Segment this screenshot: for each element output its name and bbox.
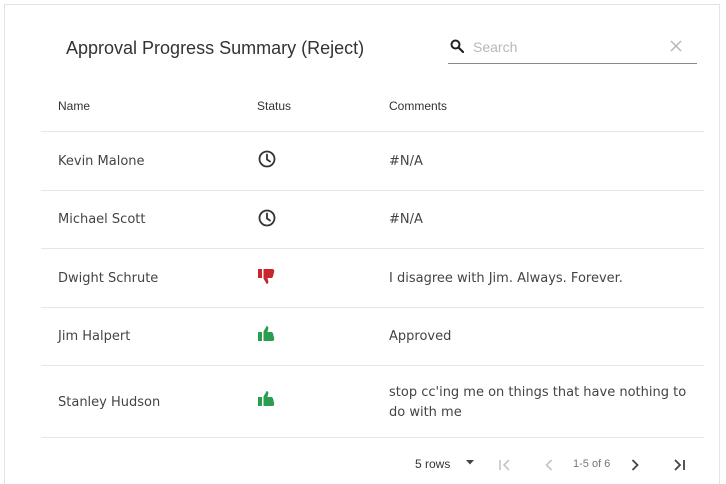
row-comment: #N/A (389, 212, 423, 227)
first-page-icon[interactable] (497, 457, 513, 473)
previous-page-icon[interactable] (541, 457, 557, 473)
row-comment: stop cc'ing me on things that have nothi… (389, 385, 687, 420)
row-divider (41, 190, 704, 191)
column-header-comments[interactable]: Comments (389, 99, 447, 113)
header-divider (41, 131, 704, 132)
thumbs-up-icon (258, 326, 275, 341)
row-divider (41, 365, 704, 366)
last-page-icon[interactable] (671, 457, 687, 473)
row-divider (41, 248, 704, 249)
rows-per-page-select[interactable]: 5 rows (415, 457, 450, 471)
row-name: Dwight Schrute (58, 271, 159, 286)
row-name: Michael Scott (58, 212, 146, 227)
clock-icon (258, 209, 276, 227)
pagination-range: 1-5 of 6 (573, 458, 611, 470)
page-title: Approval Progress Summary (Reject) (66, 38, 365, 58)
search-bar (448, 37, 697, 64)
column-header-name[interactable]: Name (58, 99, 90, 113)
approval-summary-card: Approval Progress Summary (Reject) Name … (4, 4, 720, 484)
row-name: Kevin Malone (58, 154, 145, 169)
row-name: Stanley Hudson (58, 395, 161, 410)
row-divider (41, 437, 704, 438)
column-header-status[interactable]: Status (257, 99, 291, 113)
row-comment: #N/A (389, 154, 423, 169)
caret-down-icon[interactable] (465, 457, 475, 467)
row-name: Jim Halpert (58, 329, 131, 344)
thumbs-down-icon (258, 269, 275, 284)
row-comment: I disagree with Jim. Always. Forever. (389, 271, 623, 286)
clock-icon (258, 150, 276, 168)
next-page-icon[interactable] (627, 457, 643, 473)
search-input[interactable] (473, 37, 663, 57)
clear-search-icon[interactable] (670, 40, 682, 52)
search-icon (450, 39, 464, 53)
row-comment: Approved (389, 329, 452, 344)
thumbs-up-icon (258, 391, 275, 406)
row-divider (41, 307, 704, 308)
